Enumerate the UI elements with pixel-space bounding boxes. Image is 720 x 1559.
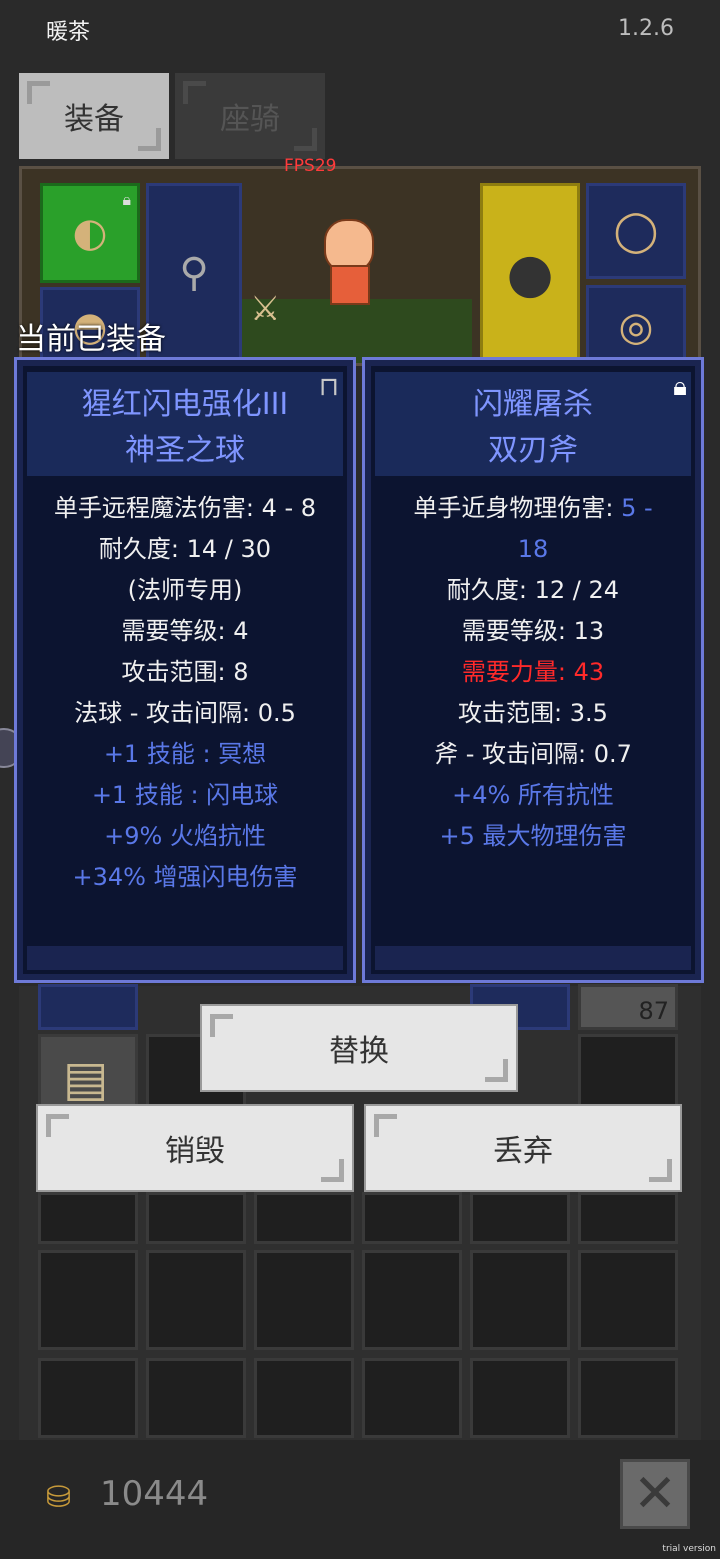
app-name: 暖茶 bbox=[46, 20, 91, 45]
item-name-line1: 猩红闪电强化III bbox=[81, 387, 289, 422]
discard-button-label: 丢弃 bbox=[493, 1134, 553, 1169]
stat-line: 耐久度: 12 / 24 bbox=[446, 576, 620, 604]
stat-line: 攻击范围: 3.5 bbox=[458, 699, 608, 727]
inventory-slot[interactable] bbox=[146, 1192, 246, 1244]
stat-label: 单手近身物理伤害: bbox=[413, 494, 622, 522]
offhand-slot[interactable]: ● bbox=[480, 183, 580, 363]
tab-equipment-label: 装备 bbox=[64, 102, 124, 137]
scroll-icon: ▤ bbox=[63, 1051, 109, 1107]
helmet-slot[interactable]: ◐ 🔒︎ bbox=[40, 183, 140, 283]
stack-count: 87 bbox=[638, 997, 669, 1025]
inventory-slot[interactable] bbox=[362, 1250, 462, 1350]
stat-line: 法球 - 攻击间隔: 0.5 bbox=[74, 699, 296, 727]
stat-line: 需要等级: 13 bbox=[461, 617, 605, 645]
item-name: 闪耀屠杀 双刃斧 bbox=[365, 382, 701, 474]
inventory-slot[interactable] bbox=[578, 1250, 678, 1350]
footer-band bbox=[27, 946, 343, 970]
corner-decoration bbox=[649, 1159, 672, 1182]
inventory-slot[interactable] bbox=[578, 1358, 678, 1438]
lock-icon: 🔒︎ bbox=[122, 190, 131, 209]
inventory-slot[interactable] bbox=[38, 1250, 138, 1350]
orb-icon: ● bbox=[506, 241, 554, 305]
item-name-line2: 神圣之球 bbox=[125, 433, 245, 468]
inventory-slot[interactable] bbox=[38, 984, 138, 1030]
inventory-slot[interactable] bbox=[470, 1192, 570, 1244]
corner-decoration bbox=[321, 1159, 344, 1182]
axe-on-ground-icon: ⚔ bbox=[250, 289, 281, 329]
close-icon: ✕ bbox=[633, 1464, 677, 1524]
corner-decoration bbox=[46, 1114, 69, 1137]
corner-decoration bbox=[294, 128, 317, 151]
bonus-line: +34% 增强闪电伤害 bbox=[72, 863, 298, 891]
item-stats: 单手远程魔法伤害: 4 - 8 耐久度: 14 / 30 (法师专用) 需要等级… bbox=[29, 488, 341, 898]
inventory-slot[interactable] bbox=[362, 1192, 462, 1244]
inventory-slot[interactable] bbox=[146, 1250, 246, 1350]
stat-line: 斧 - 攻击间隔: 0.7 bbox=[434, 740, 632, 768]
equipped-item-card: ⊓ 猩红闪电强化III 神圣之球 单手远程魔法伤害: 4 - 8 耐久度: 14… bbox=[14, 357, 356, 983]
coin-count: 10444 bbox=[100, 1474, 209, 1514]
item-name: 猩红闪电强化III 神圣之球 bbox=[17, 382, 353, 474]
version-label: 1.2.6 bbox=[618, 16, 674, 41]
item-name-line1: 闪耀屠杀 bbox=[473, 387, 593, 422]
stack-slot[interactable]: 87 bbox=[578, 984, 678, 1030]
replace-button-label: 替换 bbox=[329, 1034, 389, 1069]
replace-button[interactable]: 替换 bbox=[200, 1004, 518, 1092]
stat-value: 5 - bbox=[621, 494, 653, 522]
amulet-icon: ◯ bbox=[613, 208, 659, 254]
bonus-line: +1 技能 : 冥想 bbox=[103, 740, 267, 768]
inventory-slot[interactable] bbox=[38, 1192, 138, 1244]
inventory-slot[interactable] bbox=[578, 1192, 678, 1244]
corner-decoration bbox=[183, 81, 206, 104]
destroy-button-label: 销毁 bbox=[165, 1134, 225, 1169]
stat-line: 需要等级: 4 bbox=[121, 617, 249, 645]
helmet-icon: ◐ bbox=[72, 210, 108, 256]
bonus-line: +4% 所有抗性 bbox=[452, 781, 614, 809]
wand-icon: ⚲ bbox=[179, 250, 209, 296]
tab-mount[interactable]: 座骑 bbox=[175, 73, 325, 159]
status-bar: 暖茶 1.2.6 bbox=[0, 0, 720, 60]
ring-slot[interactable]: ◎ bbox=[586, 285, 686, 363]
amulet-slot[interactable]: ◯ bbox=[586, 183, 686, 279]
equipped-heading: 当前已装备 bbox=[16, 322, 166, 357]
item-name-line2: 双刃斧 bbox=[488, 433, 578, 468]
inventory-slot[interactable] bbox=[38, 1358, 138, 1438]
inventory-slot[interactable] bbox=[470, 1250, 570, 1350]
stat-line: 攻击范围: 8 bbox=[121, 658, 249, 686]
inventory-slot[interactable] bbox=[362, 1358, 462, 1438]
ring-icon: ◎ bbox=[618, 304, 654, 350]
stat-line-requirement-unmet: 需要力量: 43 bbox=[461, 658, 605, 686]
corner-decoration bbox=[485, 1059, 508, 1082]
tab-mount-label: 座骑 bbox=[220, 102, 280, 137]
watermark: trial version bbox=[662, 1544, 716, 1554]
corner-decoration bbox=[210, 1014, 233, 1037]
new-item-card: 🔒︎ 闪耀屠杀 双刃斧 单手近身物理伤害: 5 - 18 耐久度: 12 / 2… bbox=[362, 357, 704, 983]
stat-line-damage: 单手近身物理伤害: 5 - bbox=[377, 488, 689, 529]
inventory-slot[interactable] bbox=[254, 1358, 354, 1438]
fps-counter: FPS29 bbox=[284, 156, 337, 176]
stat-line: (法师专用) bbox=[127, 576, 243, 604]
close-button[interactable]: ✕ bbox=[620, 1459, 690, 1529]
inventory-slot[interactable] bbox=[146, 1358, 246, 1438]
footer-band bbox=[375, 946, 691, 970]
stat-line: 耐久度: 14 / 30 bbox=[98, 535, 272, 563]
inventory-slot[interactable] bbox=[254, 1250, 354, 1350]
player-character bbox=[312, 219, 382, 309]
item-stats: 单手近身物理伤害: 5 - 18 耐久度: 12 / 24 需要等级: 13 需… bbox=[377, 488, 689, 857]
stat-value-continued: 18 bbox=[517, 535, 549, 563]
corner-decoration bbox=[27, 81, 50, 104]
bonus-line: +1 技能 : 闪电球 bbox=[91, 781, 279, 809]
bonus-line: +9% 火焰抗性 bbox=[104, 822, 266, 850]
coins-icon: ⛁ bbox=[46, 1480, 72, 1515]
inventory-slot[interactable] bbox=[254, 1192, 354, 1244]
stat-line: 单手远程魔法伤害: 4 - 8 bbox=[53, 494, 317, 522]
inventory-slot[interactable] bbox=[470, 1358, 570, 1438]
corner-decoration bbox=[138, 128, 161, 151]
corner-decoration bbox=[374, 1114, 397, 1137]
discard-button[interactable]: 丢弃 bbox=[364, 1104, 682, 1192]
bonus-line: +5 最大物理伤害 bbox=[439, 822, 627, 850]
destroy-button[interactable]: 销毁 bbox=[36, 1104, 354, 1192]
tab-equipment[interactable]: 装备 bbox=[19, 73, 169, 159]
